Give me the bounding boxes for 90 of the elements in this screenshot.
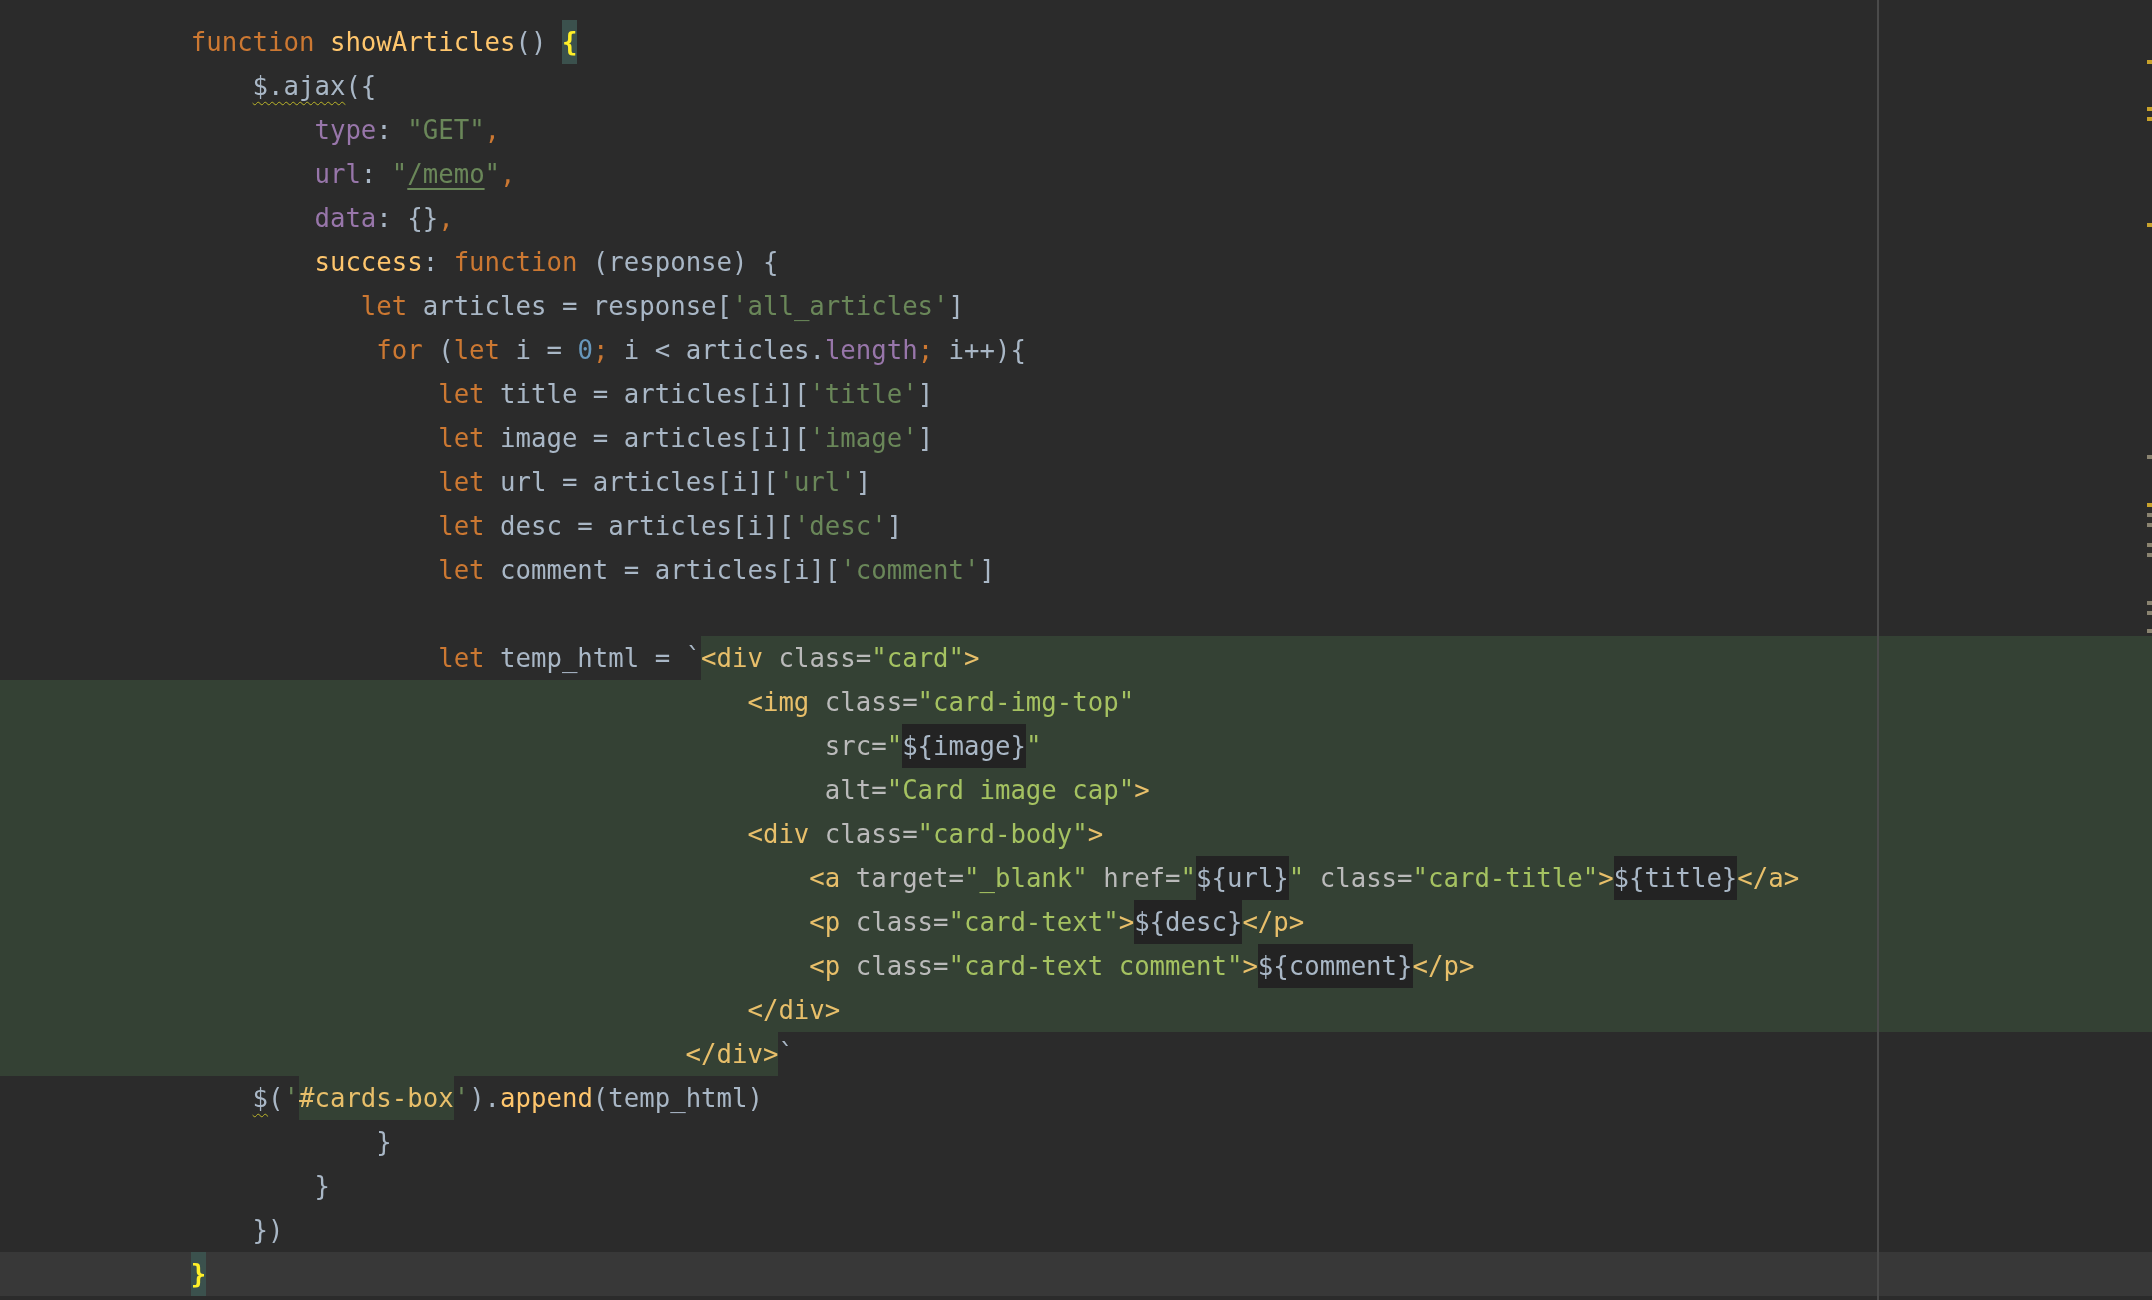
error-stripe-mark[interactable]	[2147, 553, 2152, 557]
code-text: ]	[917, 422, 934, 455]
code-string: 'all_articles'	[732, 290, 949, 323]
code-text: ()	[515, 26, 548, 59]
code-text: ]	[855, 466, 872, 499]
code-keyword: for	[376, 334, 424, 367]
code-keyword: let	[453, 334, 502, 367]
code-link: /memo	[407, 158, 485, 191]
code-keyword: ,	[500, 158, 516, 191]
code-string: 'comment'	[840, 554, 980, 587]
code-keyword: ;	[592, 334, 610, 367]
code-keyword: let	[438, 378, 486, 411]
code-text: :	[376, 114, 393, 147]
code-interpolation: ${desc}	[1134, 900, 1243, 944]
code-function-name: success	[314, 246, 423, 279]
code-text: }	[376, 1126, 392, 1159]
error-stripe-mark[interactable]	[2147, 107, 2152, 111]
code-text: i =	[515, 334, 563, 367]
code-warning-text: $	[252, 1082, 269, 1115]
code-text: `	[778, 1038, 794, 1071]
error-stripe-mark[interactable]	[2147, 513, 2152, 517]
code-text: articles = response[	[422, 290, 733, 323]
code-editor[interactable]	[0, 0, 2152, 1300]
code-text: title = articles[i][	[500, 378, 810, 411]
code-text: ]	[886, 510, 903, 543]
code-string: "	[391, 158, 408, 191]
code-keyword: function	[453, 246, 579, 279]
code-warning-text: $.ajax	[252, 70, 346, 103]
code-interpolation: ${title}	[1613, 856, 1738, 900]
code-function-name: append	[500, 1082, 593, 1115]
code-text: :	[360, 158, 378, 191]
code-string: '	[453, 1082, 470, 1115]
error-stripe-mark[interactable]	[2147, 503, 2152, 507]
code-text: (	[268, 1082, 284, 1115]
code-text: url = articles[i][	[500, 466, 779, 499]
error-stripe-mark[interactable]	[2147, 60, 2152, 64]
code-string: '	[283, 1082, 299, 1115]
code-keyword: let	[360, 290, 409, 323]
code-text: image = articles[i][	[500, 422, 810, 455]
code-text: (temp_html)	[592, 1082, 763, 1115]
code-string: 'url'	[778, 466, 856, 499]
error-stripe-mark[interactable]	[2147, 543, 2152, 547]
code-text: (response) {	[592, 246, 779, 279]
code-keyword: ,	[438, 202, 454, 235]
code-keyword: function	[190, 26, 316, 59]
code-text: }	[314, 1170, 330, 1203]
code-string: "GET"	[407, 114, 485, 147]
code-text: : {}	[376, 202, 439, 235]
code-text: ({	[345, 70, 377, 103]
error-stripe-mark[interactable]	[2147, 601, 2152, 605]
code-keyword: ,	[484, 114, 501, 147]
code-keyword: let	[438, 554, 486, 587]
code-number: 0	[577, 334, 593, 367]
code-string: 'desc'	[793, 510, 887, 543]
code-string: "	[484, 158, 501, 191]
error-stripe-mark[interactable]	[2147, 629, 2152, 633]
code-text: ]	[917, 378, 934, 411]
code-keyword: let	[438, 466, 486, 499]
code-text: ]	[979, 554, 995, 587]
code-text: temp_html = `	[500, 642, 702, 675]
code-text: :	[422, 246, 440, 279]
code-string: 'title'	[809, 378, 918, 411]
code-string: 'image'	[809, 422, 918, 455]
code-keyword: ;	[917, 334, 935, 367]
error-stripe-mark[interactable]	[2147, 223, 2152, 227]
code-text: i < articles.	[623, 334, 825, 367]
error-stripe-mark[interactable]	[2147, 117, 2152, 121]
code-property: length	[824, 334, 918, 367]
code-function-name: showArticles	[329, 26, 516, 59]
code-property: type	[314, 114, 377, 147]
code-keyword: let	[438, 642, 486, 675]
code-interpolation: ${url}	[1196, 856, 1289, 900]
error-stripe-mark[interactable]	[2147, 611, 2152, 615]
code-text: ]	[948, 290, 964, 323]
code-keyword: let	[438, 422, 486, 455]
code-property: url	[314, 158, 361, 191]
code-text: comment = articles[i][	[500, 554, 841, 587]
code-text: (	[438, 334, 454, 367]
code-keyword: let	[438, 510, 486, 543]
code-text: ).	[469, 1082, 501, 1115]
error-stripe-mark[interactable]	[2147, 523, 2152, 527]
code-text: desc = articles[i][	[500, 510, 794, 543]
code-text: })	[252, 1214, 284, 1247]
code-interpolation: ${image}	[902, 724, 1026, 768]
error-stripe-mark[interactable]	[2147, 455, 2152, 459]
code-text: i++){	[948, 334, 1026, 367]
code-property: data	[314, 202, 377, 235]
matched-brace: }	[190, 1252, 207, 1296]
code-interpolation: ${comment}	[1257, 944, 1413, 988]
matched-brace: {	[561, 20, 578, 64]
